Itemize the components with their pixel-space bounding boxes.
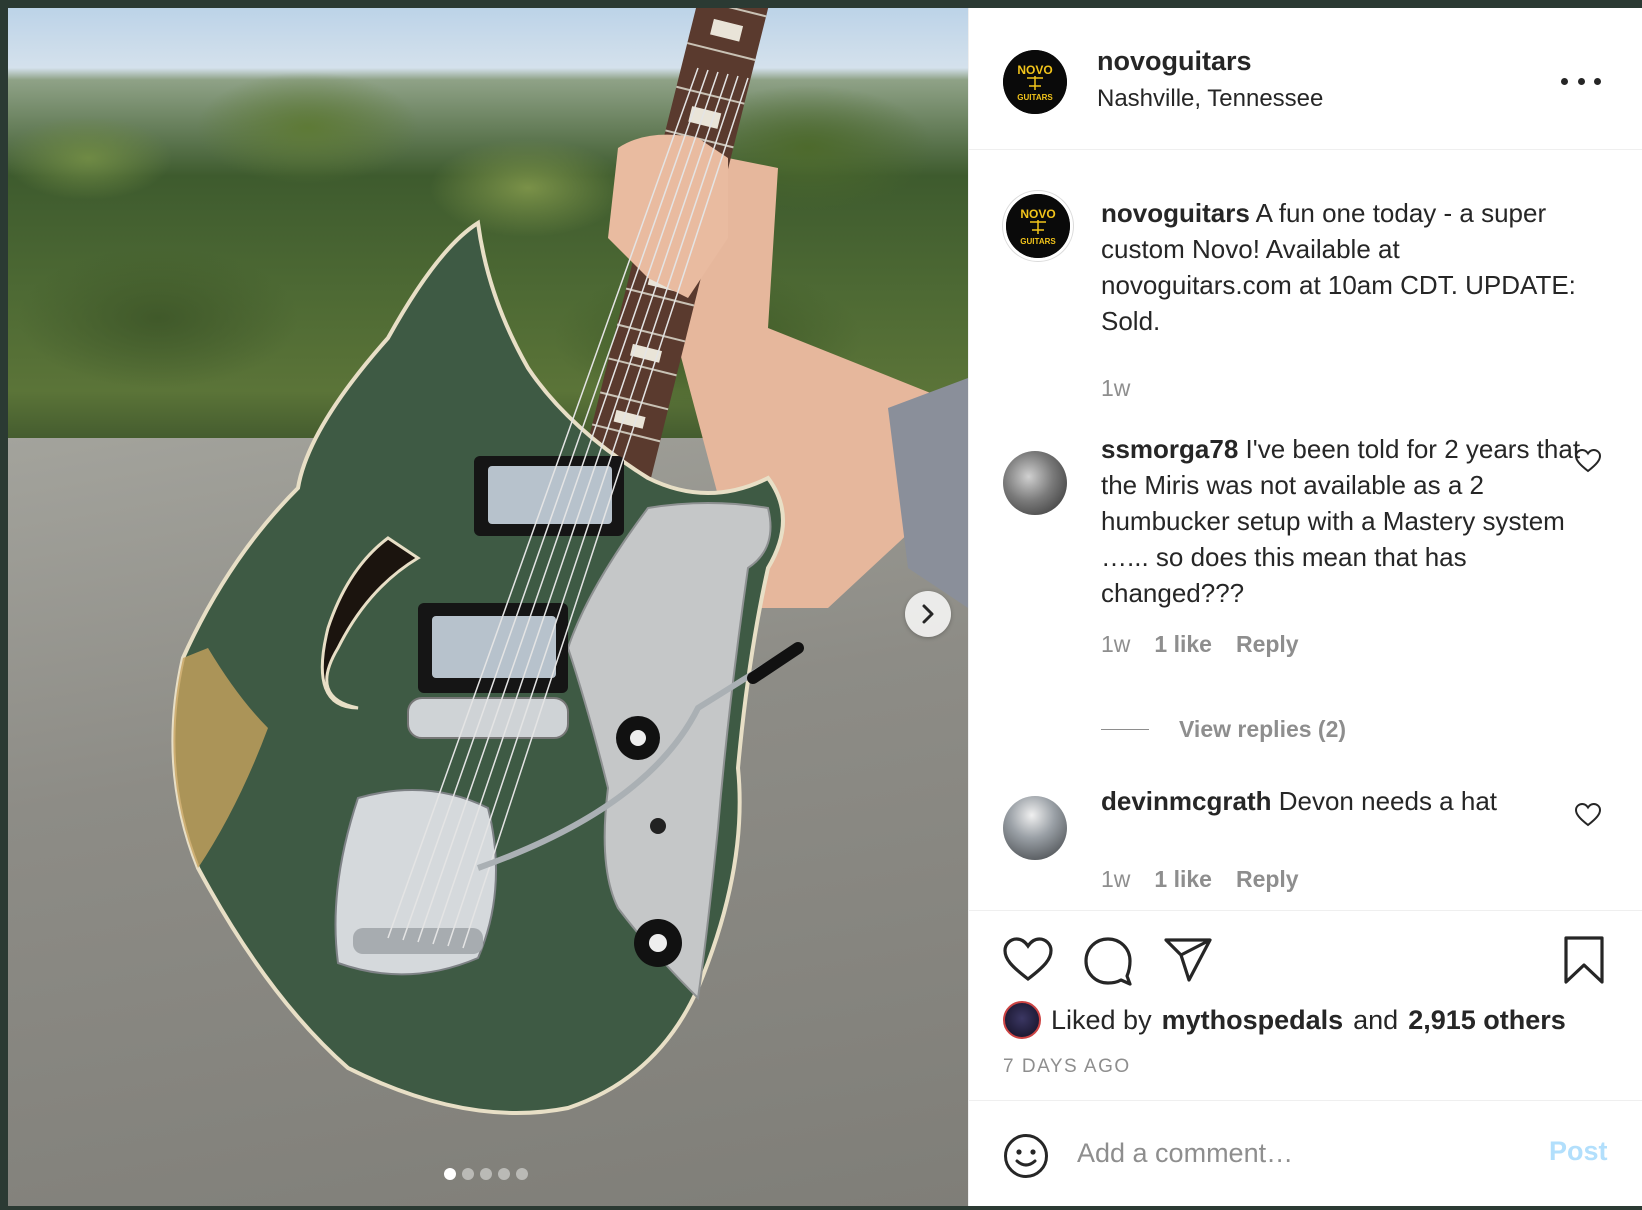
reply-button[interactable]: Reply bbox=[1236, 866, 1299, 893]
comment-body: Devon needs a hat bbox=[1278, 786, 1498, 816]
carousel-dot bbox=[498, 1168, 510, 1180]
guitar-image bbox=[171, 8, 968, 1115]
liked-by-prefix: Liked by bbox=[1051, 1004, 1152, 1035]
comment-username[interactable]: devinmcgrath bbox=[1101, 786, 1272, 816]
heart-icon[interactable] bbox=[1575, 449, 1601, 473]
post-timestamp[interactable]: 7 DAYS AGO bbox=[1003, 1056, 1131, 1078]
svg-text:NOVO: NOVO bbox=[1017, 63, 1052, 77]
comment-age[interactable]: 1w bbox=[1101, 866, 1130, 893]
post-side-panel: NOVO GUITARS novoguitars Nashville, Tenn… bbox=[968, 8, 1642, 1206]
add-comment-bar: Post bbox=[969, 1100, 1642, 1206]
likes-others[interactable]: 2,915 others bbox=[1408, 1005, 1566, 1036]
like-heart-icon[interactable] bbox=[1003, 937, 1053, 983]
comment-text: ssmorga78 I've been told for 2 years tha… bbox=[1101, 431, 1581, 611]
share-send-icon[interactable] bbox=[1163, 937, 1213, 983]
carousel-dot bbox=[462, 1168, 474, 1180]
caption-meta: 1w bbox=[1101, 375, 1130, 402]
post-photo bbox=[8, 8, 968, 1206]
carousel-dot bbox=[444, 1168, 456, 1180]
caption-age[interactable]: 1w bbox=[1101, 375, 1130, 402]
dot-icon bbox=[1594, 77, 1601, 85]
svg-text:GUITARS: GUITARS bbox=[1017, 93, 1053, 102]
heart-icon[interactable] bbox=[1575, 803, 1601, 827]
svg-text:GUITARS: GUITARS bbox=[1020, 237, 1056, 246]
chevron-right-icon bbox=[922, 604, 934, 624]
post-comment-button[interactable]: Post bbox=[1549, 1136, 1608, 1167]
commenter-avatar[interactable] bbox=[1003, 451, 1067, 515]
post-header: NOVO GUITARS novoguitars Nashville, Tenn… bbox=[969, 8, 1642, 150]
carousel-indicator bbox=[444, 1168, 528, 1180]
novo-logo-icon: NOVO GUITARS bbox=[1003, 50, 1067, 114]
carousel-dot bbox=[480, 1168, 492, 1180]
carousel-dot bbox=[516, 1168, 528, 1180]
divider-line bbox=[1101, 729, 1149, 730]
liked-by: Liked by mythospedals and 2,915 others bbox=[1003, 1001, 1566, 1039]
next-photo-button[interactable] bbox=[905, 591, 951, 637]
dot-icon bbox=[1561, 77, 1568, 85]
caption-text: novoguitars A fun one today - a super cu… bbox=[1101, 195, 1581, 339]
svg-text:NOVO: NOVO bbox=[1020, 207, 1055, 221]
comment-age[interactable]: 1w bbox=[1101, 631, 1130, 658]
comment-input[interactable] bbox=[1077, 1131, 1507, 1175]
commenter-avatar[interactable] bbox=[1003, 796, 1067, 860]
liked-by-and: and bbox=[1353, 1004, 1399, 1035]
view-replies-button[interactable]: View replies (2) bbox=[1101, 716, 1346, 743]
comment-bubble-icon[interactable] bbox=[1083, 936, 1133, 986]
comment-likes[interactable]: 1 like bbox=[1154, 866, 1212, 893]
reply-button[interactable]: Reply bbox=[1236, 631, 1299, 658]
caption-avatar[interactable]: NOVO GUITARS bbox=[1003, 191, 1073, 261]
avatar[interactable]: NOVO GUITARS bbox=[1003, 50, 1067, 114]
comments-list: NOVO GUITARS novoguitars A fun one today… bbox=[969, 151, 1642, 910]
post-location[interactable]: Nashville, Tennessee bbox=[1097, 85, 1323, 113]
novo-logo-icon: NOVO GUITARS bbox=[1006, 194, 1070, 258]
comment-text: devinmcgrath Devon needs a hat bbox=[1101, 783, 1581, 819]
view-replies-label: View replies (2) bbox=[1179, 716, 1347, 742]
post-username[interactable]: novoguitars bbox=[1097, 46, 1252, 77]
comment-meta: 1w 1 like Reply bbox=[1101, 866, 1299, 893]
bookmark-icon[interactable] bbox=[1563, 935, 1605, 985]
liker-avatar[interactable] bbox=[1003, 1001, 1041, 1039]
comment-likes[interactable]: 1 like bbox=[1154, 631, 1212, 658]
dot-icon bbox=[1577, 77, 1585, 85]
post-actions: Liked by mythospedals and 2,915 others 7… bbox=[969, 910, 1642, 1100]
more-options-button[interactable] bbox=[1561, 66, 1601, 96]
comment-username[interactable]: ssmorga78 bbox=[1101, 434, 1238, 464]
caption-username[interactable]: novoguitars bbox=[1101, 198, 1250, 228]
liker-username[interactable]: mythospedals bbox=[1162, 1005, 1344, 1036]
emoji-smiley-icon[interactable] bbox=[1003, 1133, 1049, 1179]
comment-meta: 1w 1 like Reply bbox=[1101, 631, 1299, 658]
